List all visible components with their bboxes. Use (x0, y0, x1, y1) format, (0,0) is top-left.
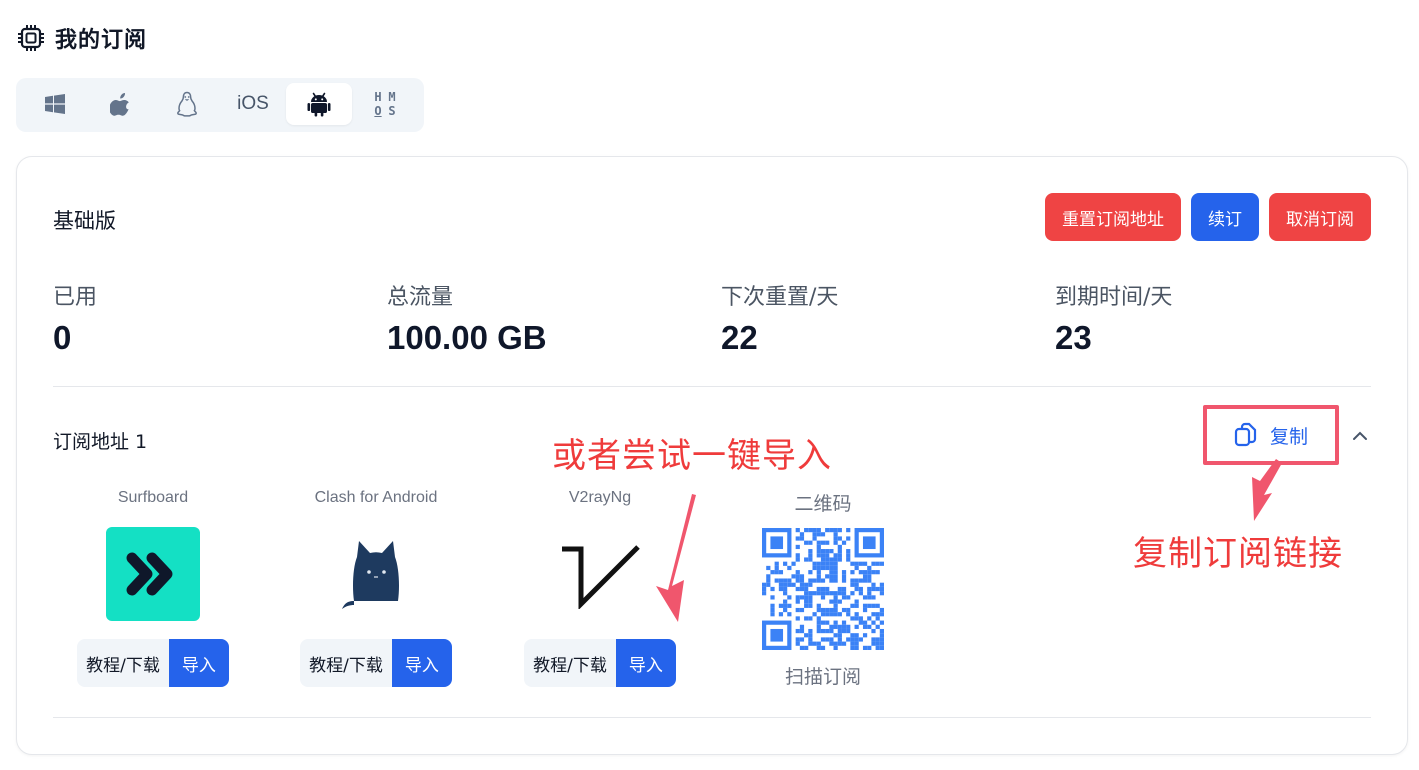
plan-name: 基础版 (53, 209, 116, 233)
linux-icon (177, 91, 197, 117)
annotation-arrow-copy (1252, 459, 1282, 521)
qr-section: 二维码 扫描订阅 (743, 489, 903, 689)
divider (53, 386, 1371, 387)
v2rayng-import-button[interactable]: 导入 (615, 639, 676, 687)
tab-hmos[interactable]: H M O S (352, 83, 418, 125)
platform-tabs: iOS H M O S (16, 78, 424, 132)
annotation-copy-link: 复制订阅链接 (1133, 534, 1343, 574)
collapse-toggle[interactable] (1349, 425, 1371, 447)
qr-code[interactable] (762, 528, 884, 650)
page-title: 我的订阅 (55, 28, 148, 53)
ios-label: iOS (237, 93, 269, 114)
tab-android[interactable] (286, 83, 352, 125)
clash-tutorial-button[interactable]: 教程/下载 (300, 639, 392, 687)
annotation-one-click-import: 或者尝试一键导入 (552, 436, 832, 476)
android-icon (307, 92, 331, 117)
annotation-arrow-import (656, 494, 696, 622)
surfboard-buttons: 教程/下载 导入 (73, 639, 233, 687)
clash-buttons: 教程/下载 导入 (296, 639, 456, 687)
tab-linux[interactable] (154, 83, 220, 125)
stat-total-traffic: 总流量 100.00 GB (387, 285, 547, 356)
qr-caption: 扫描订阅 (784, 666, 861, 688)
plan-actions: 重置订阅地址 续订 取消订阅 (1045, 193, 1371, 241)
v2rayng-logo (553, 527, 647, 621)
surfboard-import-button[interactable]: 导入 (168, 639, 229, 687)
cancel-subscription-button[interactable]: 取消订阅 (1269, 193, 1371, 241)
subscription-url-label: 订阅地址 1 (53, 431, 148, 453)
tab-ios[interactable]: iOS (220, 83, 286, 125)
app-surfboard: Surfboard 教程/下载 导入 (73, 489, 233, 687)
windows-icon (45, 94, 65, 114)
renew-button[interactable]: 续订 (1191, 193, 1259, 241)
usage-stats: 已用 0 总流量 100.00 GB 下次重置/天 22 到期时间/天 23 (53, 279, 1393, 357)
divider-bottom (53, 717, 1371, 718)
reset-url-button[interactable]: 重置订阅地址 (1045, 193, 1181, 241)
page-header: 我的订阅 (17, 22, 147, 54)
clash-cat-logo (329, 527, 423, 621)
copy-label: 复制 (1269, 425, 1308, 448)
copy-icon (1234, 422, 1257, 447)
clash-import-button[interactable]: 导入 (391, 639, 452, 687)
v2rayng-tutorial-button[interactable]: 教程/下载 (524, 639, 616, 687)
stat-used: 已用 0 (53, 285, 98, 356)
hmos-logo: H M O S (374, 90, 396, 118)
qr-title: 二维码 (794, 493, 852, 515)
tab-windows[interactable] (22, 83, 88, 125)
app-clash-for-android: Clash for Android 教程/下载 导入 (296, 489, 456, 687)
tab-apple[interactable] (88, 83, 154, 125)
chevron-up-icon (1353, 431, 1367, 440)
v2rayng-buttons: 教程/下载 导入 (520, 639, 680, 687)
stat-expiry: 到期时间/天 23 (1055, 285, 1173, 356)
surfboard-tutorial-button[interactable]: 教程/下载 (77, 639, 169, 687)
chip-icon (17, 24, 45, 52)
stat-next-reset: 下次重置/天 22 (721, 285, 839, 356)
apple-icon (110, 93, 129, 116)
surfboard-logo (106, 527, 200, 621)
